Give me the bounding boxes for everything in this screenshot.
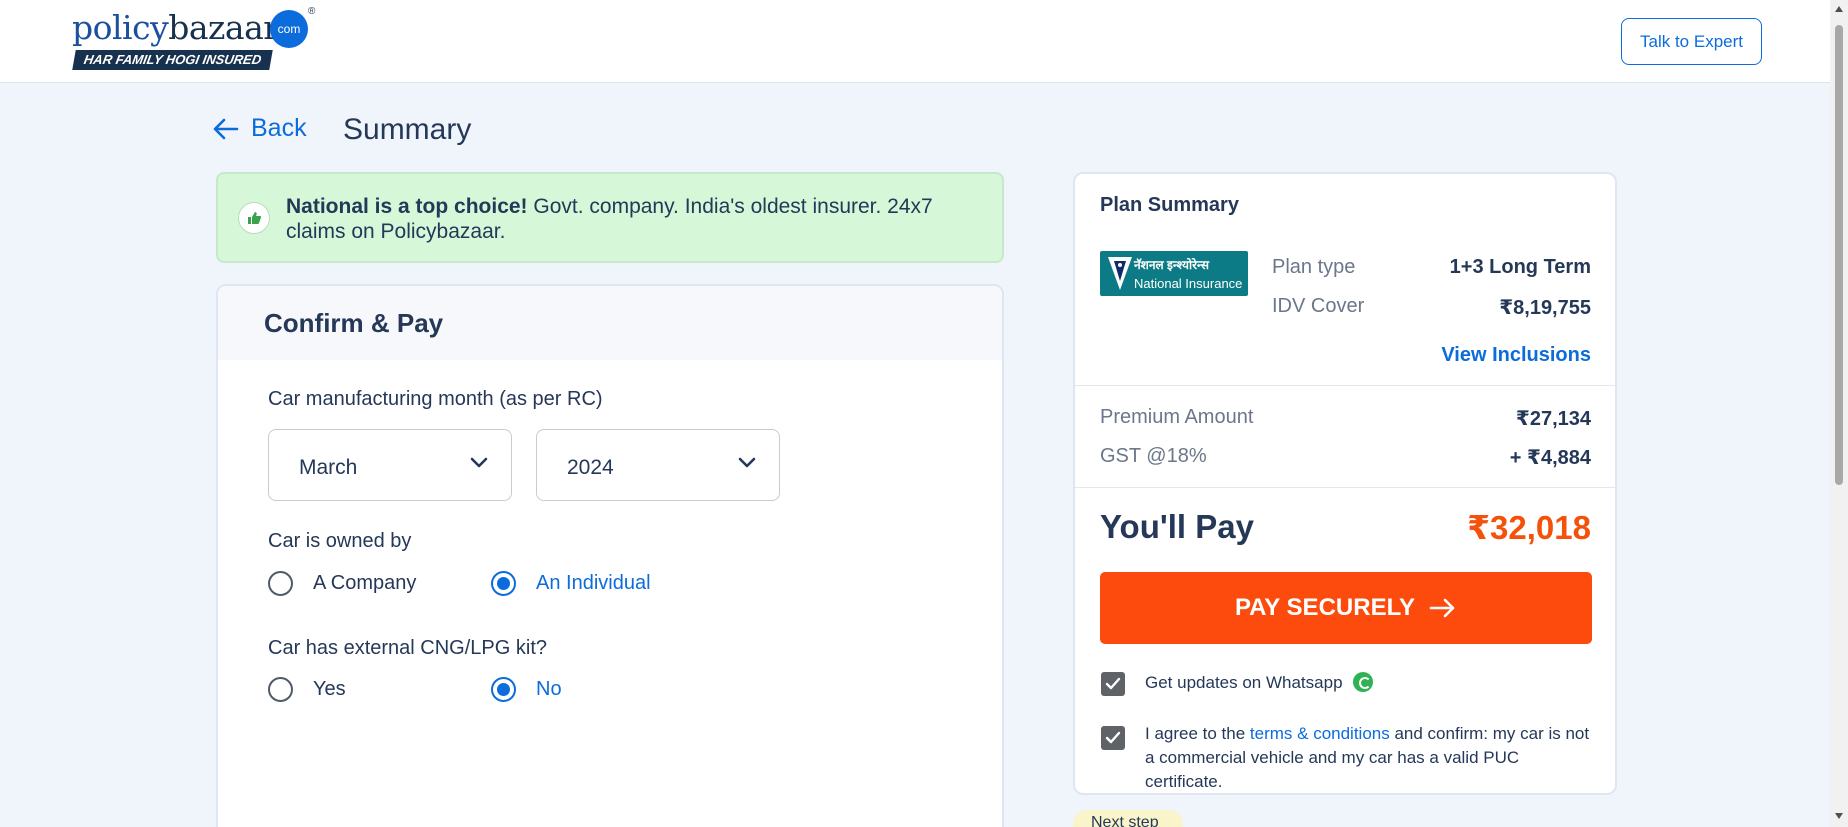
- logo-dot-com: com: [270, 10, 308, 48]
- insurer-highlight-banner: National is a top choice! Govt. company.…: [216, 172, 1004, 263]
- pay-securely-label: PAY SECURELY: [1234, 594, 1416, 621]
- thumbs-up-icon: [238, 202, 270, 234]
- logo-wordmark: policybazaar: [72, 8, 279, 47]
- next-step-badge: Next step: [1073, 810, 1183, 827]
- divider: [1075, 385, 1615, 386]
- national-insurance-logo: नॅशनल इन्श्योरेन्स National Insurance: [1100, 251, 1248, 296]
- divider: [1075, 487, 1615, 488]
- insurer-english-name: National Insurance: [1134, 276, 1243, 291]
- owner-radio-individual[interactable]: An Individual: [491, 571, 651, 596]
- whatsapp-icon: [1352, 672, 1373, 692]
- arrow-left-icon: [213, 118, 239, 139]
- arrow-right-icon: [1429, 598, 1455, 618]
- plan-type-label: Plan type: [1272, 256, 1356, 278]
- youll-pay-amount: ₹32,018: [1467, 509, 1591, 546]
- gst-label: GST @18%: [1100, 445, 1207, 467]
- cng-radio-no[interactable]: No: [491, 677, 562, 702]
- terms-agree-text: I agree to the terms & conditions and co…: [1145, 722, 1600, 794]
- page-scrollbar[interactable]: [1830, 0, 1848, 827]
- logo-registered-mark: ®: [308, 6, 316, 17]
- pay-securely-button[interactable]: PAY SECURELY: [1100, 572, 1592, 644]
- banner-bold-text: National is a top choice!: [286, 195, 528, 218]
- checkmark-icon: [1105, 731, 1121, 744]
- view-inclusions-link[interactable]: View Inclusions: [1441, 344, 1591, 367]
- back-label: Back: [251, 114, 307, 142]
- owner-option-individual-label: An Individual: [536, 572, 651, 594]
- plan-summary-title: Plan Summary: [1100, 194, 1239, 216]
- terms-prefix: I agree to the: [1145, 724, 1250, 743]
- cng-option-no-label: No: [536, 678, 562, 700]
- owner-option-company-label: A Company: [313, 572, 417, 594]
- premium-amount-value: ₹27,134: [1515, 408, 1591, 430]
- month-select[interactable]: March: [268, 429, 512, 501]
- whatsapp-updates-label: Get updates on Whatsapp: [1145, 673, 1343, 692]
- terms-agree-checkbox[interactable]: [1101, 726, 1125, 750]
- radio-selected-icon: [491, 677, 516, 702]
- top-header: policybazaar com ® HAR FAMILY HOGI INSUR…: [0, 0, 1830, 83]
- premium-amount-label: Premium Amount: [1100, 406, 1254, 428]
- manufacturing-month-label: Car manufacturing month (as per RC): [268, 388, 603, 410]
- confirm-pay-title: Confirm & Pay: [218, 286, 1002, 360]
- month-select-value: March: [299, 456, 358, 479]
- gst-value: + ₹4,884: [1509, 447, 1591, 469]
- scroll-up-arrow-icon[interactable]: [1835, 6, 1843, 12]
- scroll-thumb[interactable]: [1835, 25, 1843, 485]
- plan-type-value: 1+3 Long Term: [1449, 256, 1591, 278]
- logo-word-policy: policy: [72, 8, 169, 47]
- whatsapp-updates-text: Get updates on Whatsapp: [1145, 671, 1373, 695]
- chevron-down-icon: [470, 457, 488, 468]
- logo-tagline: HAR FAMILY HOGI INSURED: [72, 50, 273, 70]
- radio-selected-icon: [491, 571, 516, 596]
- whatsapp-updates-checkbox[interactable]: [1101, 672, 1125, 696]
- page-title: Summary: [343, 113, 472, 146]
- policybazaar-logo[interactable]: policybazaar com ® HAR FAMILY HOGI INSUR…: [72, 6, 316, 72]
- car-owner-label: Car is owned by: [268, 530, 412, 552]
- peacock-emblem-icon: [1108, 257, 1132, 290]
- banner-message: National is a top choice! Govt. company.…: [286, 194, 966, 244]
- cng-option-yes-label: Yes: [313, 678, 346, 700]
- checkmark-icon: [1105, 677, 1121, 690]
- scroll-down-arrow-icon[interactable]: [1835, 813, 1843, 819]
- cng-kit-label: Car has external CNG/LPG kit?: [268, 637, 547, 659]
- logo-word-bazaar: bazaar: [168, 8, 279, 47]
- radio-circle-icon: [268, 571, 293, 596]
- idv-cover-value: ₹8,19,755: [1499, 297, 1591, 319]
- terms-conditions-link[interactable]: terms & conditions: [1250, 724, 1390, 743]
- chevron-down-icon: [738, 457, 756, 468]
- year-select[interactable]: 2024: [536, 429, 780, 501]
- cng-radio-yes[interactable]: Yes: [268, 677, 346, 702]
- confirm-pay-card: Confirm & Pay Car manufacturing month (a…: [216, 284, 1004, 827]
- idv-cover-label: IDV Cover: [1272, 295, 1365, 317]
- insurer-hindi-name: नॅशनल इन्श्योरेन्स: [1134, 258, 1209, 272]
- youll-pay-label: You'll Pay: [1100, 508, 1254, 545]
- talk-to-expert-button[interactable]: Talk to Expert: [1621, 18, 1762, 65]
- plan-summary-card: Plan Summary नॅशनल इन्श्योरेन्स National…: [1073, 172, 1617, 795]
- owner-radio-company[interactable]: A Company: [268, 571, 416, 596]
- year-select-value: 2024: [567, 456, 614, 479]
- radio-circle-icon: [268, 677, 293, 702]
- back-link[interactable]: Back: [213, 114, 307, 143]
